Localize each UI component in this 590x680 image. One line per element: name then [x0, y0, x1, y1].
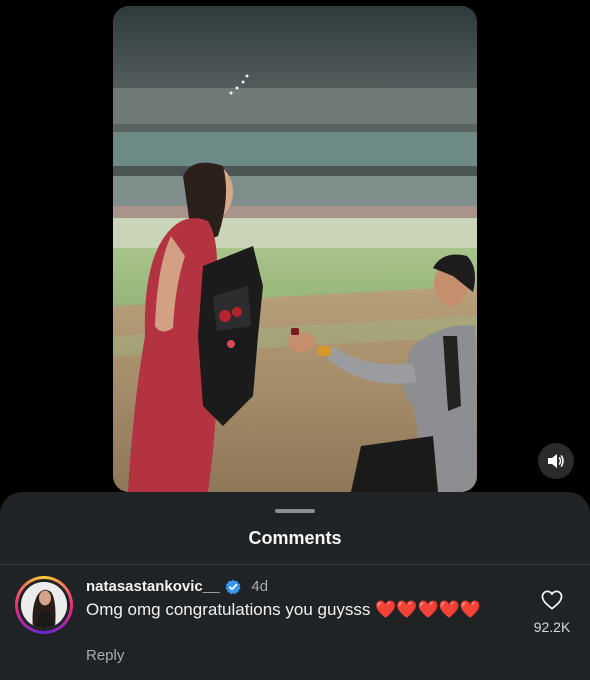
comment-header: natasastankovic__ 4d [86, 578, 268, 595]
verified-badge-icon [225, 579, 242, 595]
avatar-photo [21, 582, 67, 628]
sheet-drag-handle[interactable] [275, 509, 315, 513]
comment-timestamp: 4d [251, 578, 269, 595]
reel-video[interactable] [113, 6, 477, 492]
avatar[interactable] [21, 582, 67, 628]
story-ring[interactable] [15, 576, 73, 634]
like-count: 92.2K [533, 619, 571, 635]
reel-comments-screen: Comments natasastankovic__ 4d Omg omg co… [0, 0, 590, 680]
speaker-icon [548, 454, 564, 468]
comments-title: Comments [248, 528, 342, 548]
comment-item: natasastankovic__ 4d Omg omg congratulat… [0, 574, 590, 680]
comment-like: 92.2K [520, 590, 584, 635]
heart-outline-icon[interactable] [541, 590, 563, 610]
comment-username[interactable]: natasastankovic__ [86, 578, 219, 595]
comment-text: Omg omg congratulations you guysss ❤️❤️❤… [86, 600, 481, 619]
sheet-divider [0, 564, 590, 565]
volume-toggle-button[interactable] [538, 443, 574, 479]
reply-button[interactable]: Reply [86, 647, 124, 664]
comments-sheet: Comments natasastankovic__ 4d Omg omg co… [0, 492, 590, 680]
video-frame-illustration [113, 6, 477, 492]
